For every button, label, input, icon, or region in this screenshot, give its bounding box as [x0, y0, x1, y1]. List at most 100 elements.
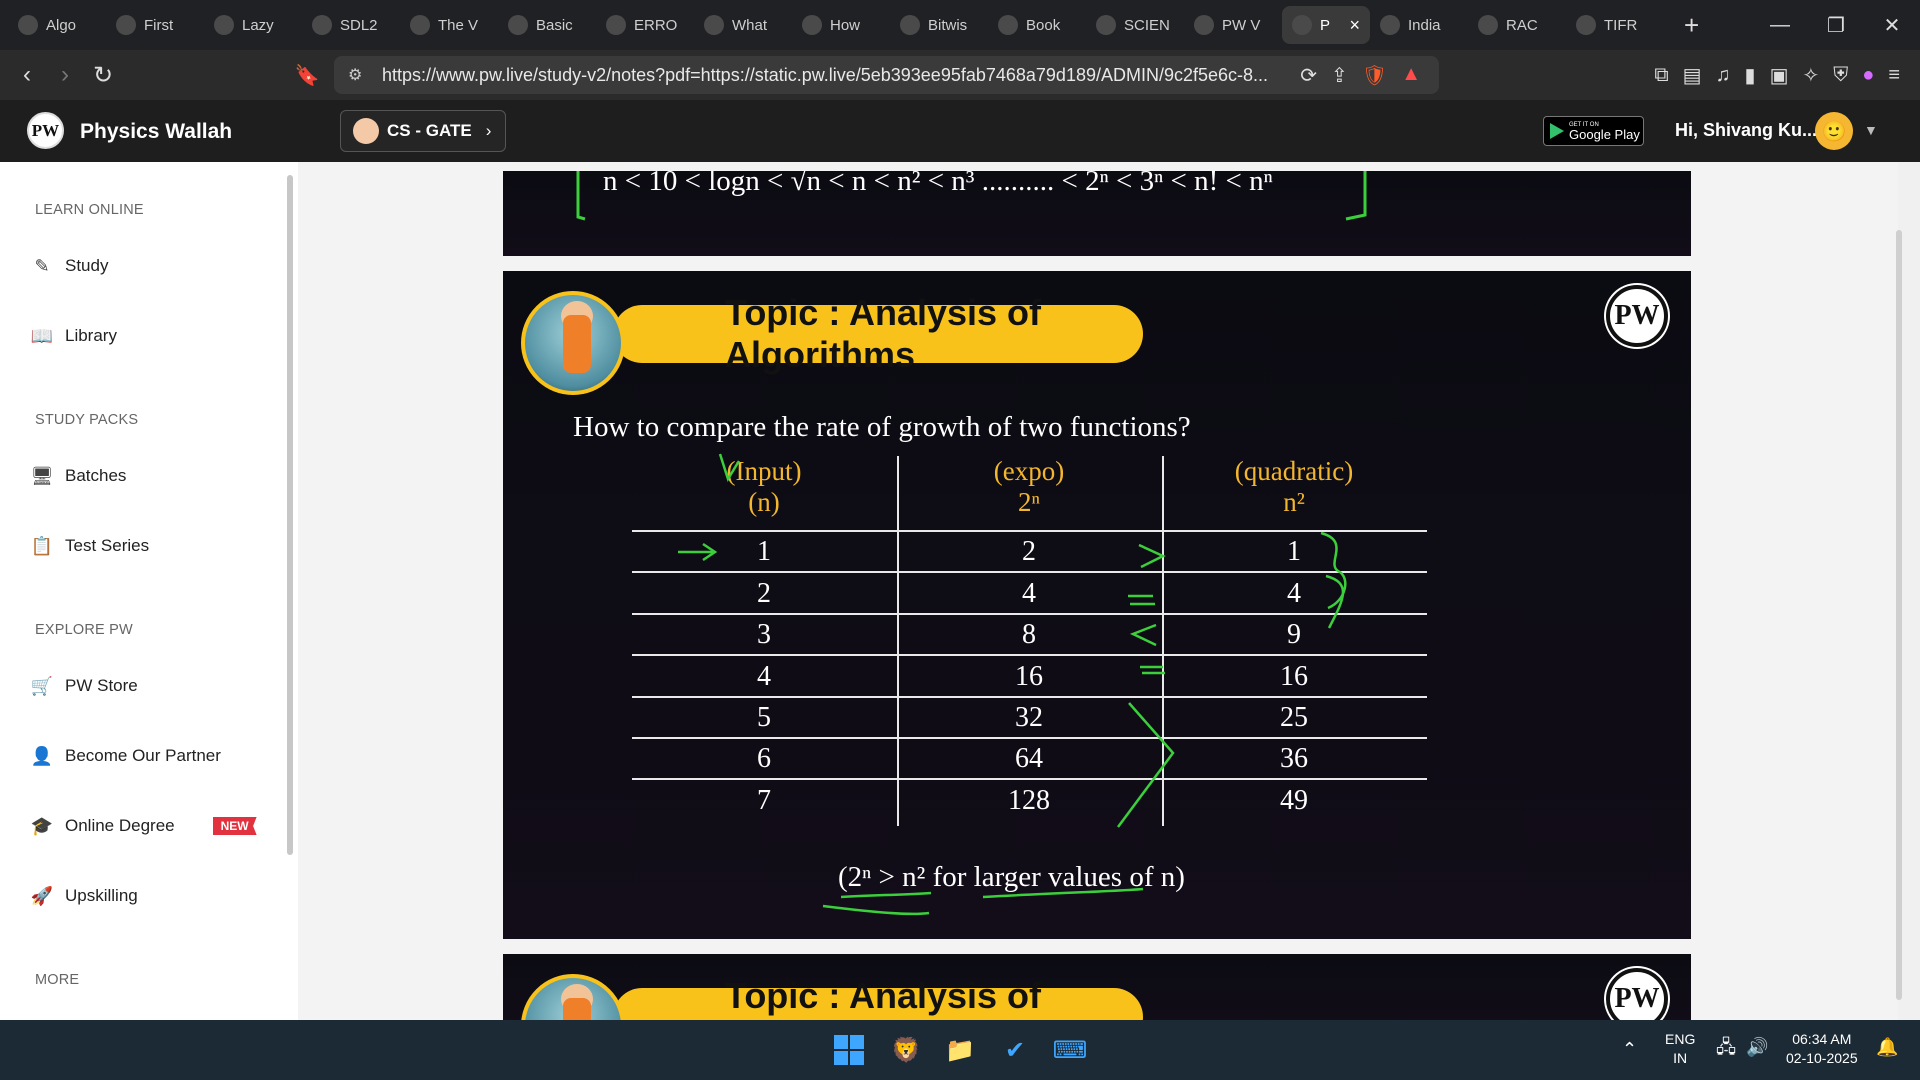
wallet-icon[interactable]: ▣	[1770, 63, 1789, 88]
sidebar-item-online-degree[interactable]: 🎓 Online Degree NEW	[31, 815, 257, 837]
sidebar-item-label: Upskilling	[65, 886, 138, 905]
tab-label: Algo	[46, 16, 77, 34]
bookmark-icon[interactable]: 🔖	[288, 63, 326, 88]
tab-label: How	[830, 16, 861, 34]
cart-icon: 🛒	[30, 675, 54, 696]
menu-icon[interactable]: ≡	[1888, 64, 1900, 87]
todo-icon[interactable]: ✔	[997, 1032, 1033, 1068]
browser-tab[interactable]: P ×	[1282, 6, 1370, 44]
music-icon[interactable]: ♫	[1716, 64, 1731, 87]
browser-tab[interactable]: Bitwis	[890, 6, 988, 44]
sidebar-item-batches[interactable]: 🖥 Batches	[30, 465, 127, 487]
browser-tab[interactable]: ERRO	[596, 6, 694, 44]
tab-label: SCIEN	[1124, 16, 1170, 34]
pw-watermark-logo-next: PW	[1606, 968, 1668, 1020]
windows-taskbar: 🦁 📁 ✔ ⌨ ⌃ ENG IN 🖧 🔊 06:34 AM 02-10-2025…	[0, 1020, 1920, 1080]
google-play-badge[interactable]: GET IT ON Google Play	[1543, 116, 1644, 146]
flag-icon	[1478, 15, 1498, 35]
globe-icon	[606, 15, 626, 35]
browser-tab[interactable]: TIFR	[1566, 6, 1664, 44]
slide-compare-growth: Topic : Analysis of Algorithms PW How to…	[503, 271, 1691, 939]
topic-title-next: Topic : Analysis of Algorithms	[725, 975, 1042, 1020]
new-tab-button[interactable]: +	[1684, 10, 1699, 41]
rocket-icon: 🚀	[30, 885, 54, 906]
browser-tab[interactable]: What	[694, 6, 792, 44]
chevron-down-icon[interactable]: ▼	[1864, 122, 1878, 138]
chevron-up-icon[interactable]: ⌃	[1622, 1040, 1637, 1059]
address-bar[interactable]: ⚙ https://www.pw.live/study-v2/notes?pdf…	[334, 56, 1439, 94]
url-text: https://www.pw.live/study-v2/notes?pdf=h…	[382, 64, 1269, 85]
browser-tab[interactable]: Book	[988, 6, 1086, 44]
mascot-image-next	[521, 974, 625, 1020]
brave-rewards-icon[interactable]: ▲	[1401, 63, 1421, 88]
globe-icon	[214, 15, 234, 35]
browser-tab[interactable]: PW V	[1184, 6, 1282, 44]
browser-tab[interactable]: How	[792, 6, 890, 44]
sidebar-item-upskilling[interactable]: 🚀 Upskilling	[31, 885, 138, 907]
batch-selector[interactable]: CS - GATE ›	[340, 110, 506, 152]
keyboard-icon[interactable]: ⌨	[1052, 1032, 1088, 1068]
batch-thumbnail	[353, 118, 379, 144]
browser-tab[interactable]: India	[1370, 6, 1468, 44]
minimize-icon[interactable]: —	[1752, 14, 1808, 37]
volume-icon[interactable]: 🔊	[1746, 1038, 1768, 1057]
gplay-big-text: Google Play	[1569, 126, 1640, 142]
extension-toolbar: ⧉ ▤ ♫ ▮ ▣ ✧ ⛨ ● ≡	[1654, 50, 1920, 100]
browser-tab[interactable]: The V	[400, 6, 498, 44]
extensions-icon[interactable]: ⧉	[1654, 64, 1668, 87]
file-explorer-icon[interactable]: 📁	[942, 1032, 978, 1068]
brand-name[interactable]: Physics Wallah	[80, 120, 232, 144]
browser-tab[interactable]: SCIEN	[1086, 6, 1184, 44]
sidebar-item-library[interactable]: 📖 Library	[31, 325, 117, 347]
user-greeting[interactable]: Hi, Shivang Ku...	[1675, 120, 1817, 141]
browser-tab[interactable]: RAC	[1468, 6, 1566, 44]
windows-start-icon[interactable]	[831, 1032, 867, 1068]
sidebar-item-label: Online Degree	[65, 816, 175, 835]
monitor-icon: 🖥	[30, 465, 54, 486]
reader-icon[interactable]: ▤	[1683, 63, 1702, 88]
sidebar-item-pw-store[interactable]: 🛒 PW Store	[31, 675, 138, 697]
brave-shield-icon[interactable]: 🛡	[1362, 63, 1387, 88]
restore-icon[interactable]: ❐	[1808, 13, 1864, 38]
forward-icon[interactable]: ›	[46, 61, 84, 89]
partner-icon: 👤	[30, 745, 54, 766]
batch-label: CS - GATE	[387, 121, 472, 140]
sidebar-scrollbar[interactable]	[287, 175, 293, 855]
browser-tab[interactable]: Algo	[8, 6, 106, 44]
language-indicator[interactable]: ENG IN	[1665, 1030, 1695, 1068]
profile-icon[interactable]: ●	[1862, 64, 1874, 87]
clock[interactable]: 06:34 AM 02-10-2025	[1786, 1030, 1858, 1068]
share-icon[interactable]: ⇪	[1331, 63, 1348, 88]
tab-label: P	[1320, 16, 1331, 34]
browser-tab[interactable]: Lazy	[204, 6, 302, 44]
sidebar-toggle-icon[interactable]: ▮	[1745, 63, 1756, 88]
leo-icon[interactable]: ✧	[1802, 63, 1819, 88]
new-badge: NEW	[212, 817, 257, 835]
browser-toolbar: ‹ › ↻ 🔖 ⚙ https://www.pw.live/study-v2/n…	[0, 50, 1920, 100]
vpn-icon[interactable]: ⛨	[1833, 64, 1848, 87]
network-icon[interactable]: 🖧	[1716, 1038, 1736, 1057]
tab-label: PW V	[1222, 16, 1261, 34]
notification-icon[interactable]: 🔔	[1876, 1038, 1898, 1057]
slide-next: Topic : Analysis of Algorithms PW	[503, 954, 1691, 1020]
reload-icon[interactable]: ↻	[84, 61, 122, 90]
brave-browser-icon[interactable]: 🦁	[888, 1032, 924, 1068]
browser-tab[interactable]: Basic	[498, 6, 596, 44]
browser-tab[interactable]: SDL2	[302, 6, 400, 44]
site-info-icon[interactable]: ⚙	[348, 65, 362, 85]
avatar[interactable]: 🙂	[1815, 112, 1853, 150]
history-icon[interactable]: ⟳	[1300, 63, 1317, 88]
content-scrollbar-thumb[interactable]	[1896, 230, 1902, 1000]
topic-banner-next: Topic : Analysis of Algorithms	[613, 975, 1143, 1020]
close-tab-icon[interactable]: ×	[1349, 15, 1360, 36]
sidebar-item-partner[interactable]: 👤 Become Our Partner	[31, 745, 221, 767]
close-window-icon[interactable]: ✕	[1864, 13, 1920, 38]
conclusion-note: (2ⁿ > n² for larger values of n)	[838, 861, 1185, 893]
sidebar-item-study[interactable]: ✎ Study	[31, 255, 108, 277]
browser-tab[interactable]: First	[106, 6, 204, 44]
sidebar-section-learn: LEARN ONLINE	[35, 202, 144, 218]
pw-logo[interactable]: PW	[27, 112, 64, 149]
sidebar-item-test-series[interactable]: 📋 Test Series	[31, 535, 149, 557]
tab-label: First	[144, 16, 174, 34]
back-icon[interactable]: ‹	[8, 61, 46, 89]
